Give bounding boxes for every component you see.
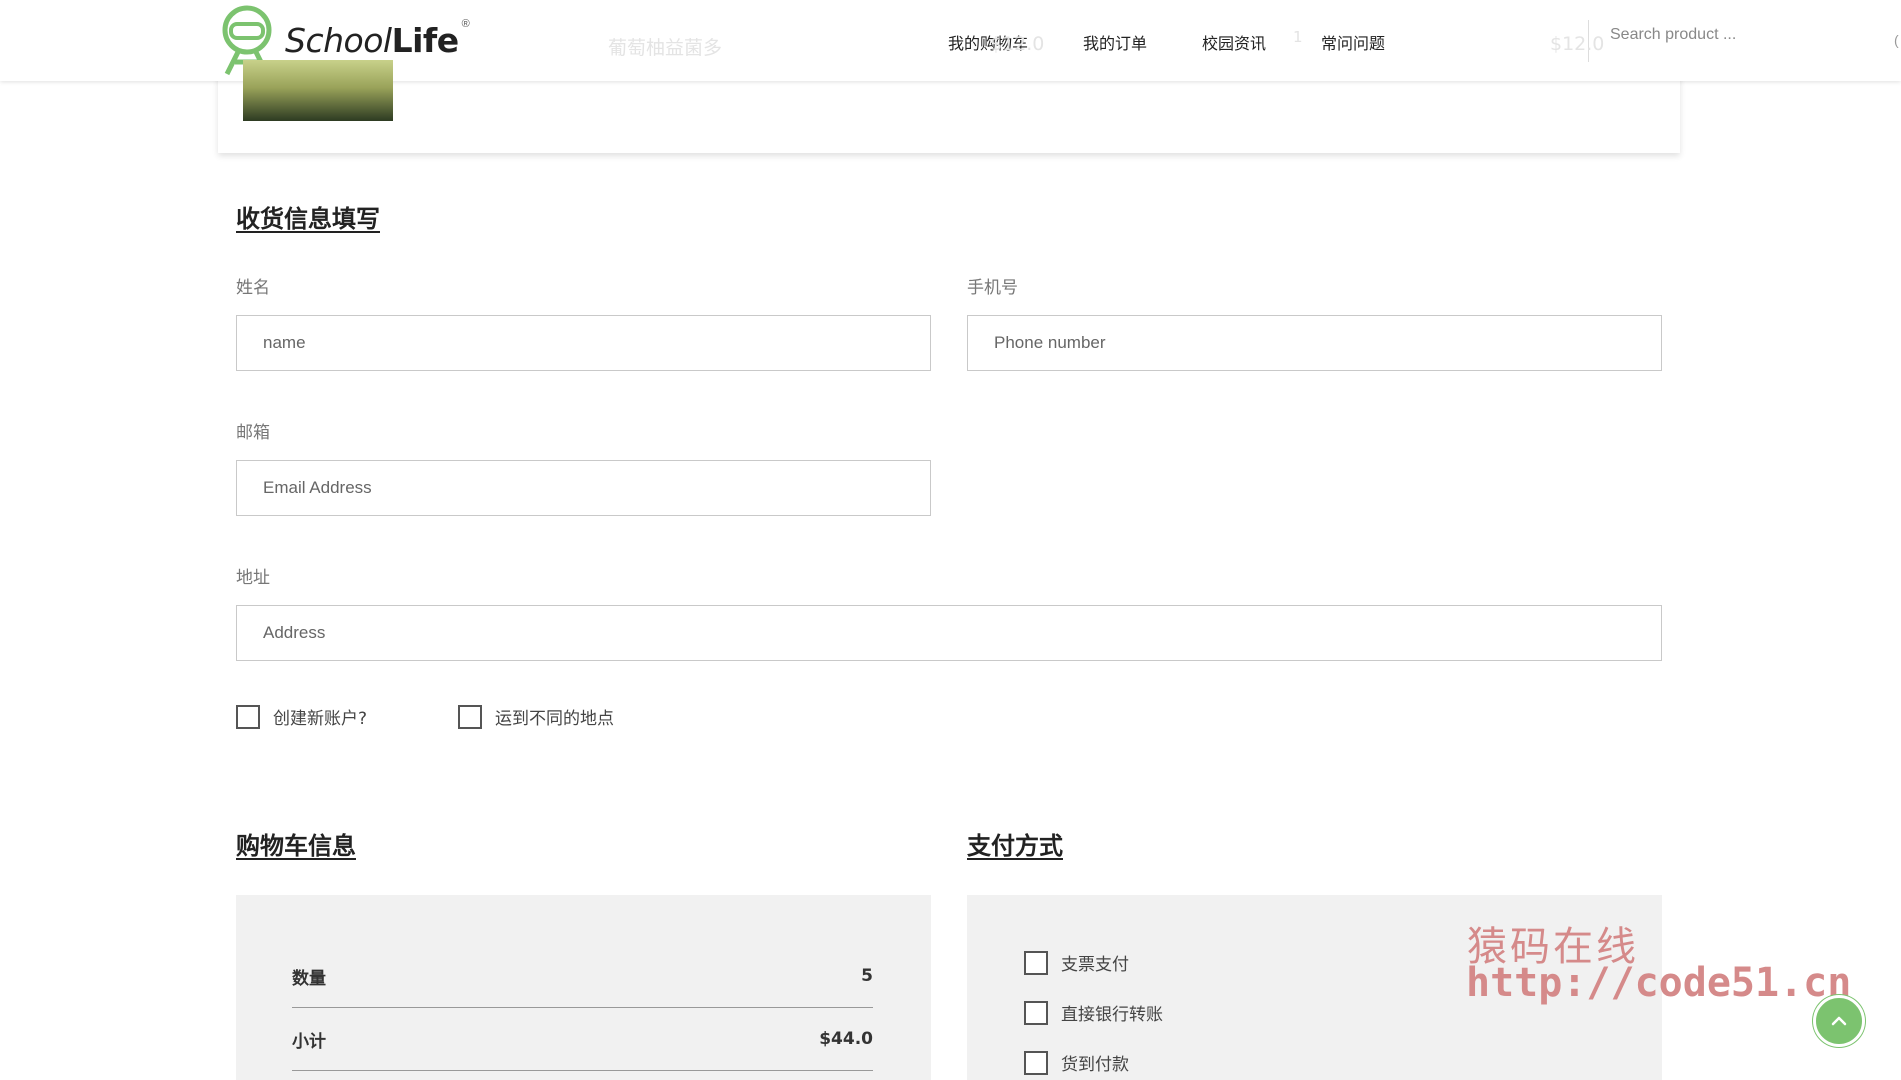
ship-different-option[interactable]: 运到不同的地点 xyxy=(458,704,614,729)
cart-item-total-ghost: $12.0 xyxy=(1550,33,1605,55)
cart-item-price-ghost: $12.0 xyxy=(990,33,1045,55)
name-field[interactable] xyxy=(236,315,931,371)
payment-label: 直接银行转账 xyxy=(1061,1005,1163,1025)
nav-item-orders[interactable]: 我的订单 xyxy=(1083,30,1147,54)
payment-option-cod[interactable]: 货到付款 xyxy=(1024,1050,1129,1075)
edge-icon: ( xyxy=(1894,32,1899,48)
create-account-label: 创建新账户? xyxy=(273,709,368,729)
nav-item-campus-news[interactable]: 校园资讯 xyxy=(1202,30,1266,54)
payment-checkbox[interactable] xyxy=(1024,1000,1048,1025)
cart-info-title: 购物车信息 xyxy=(236,832,356,860)
payment-option-cheque[interactable]: 支票支付 xyxy=(1024,950,1129,975)
address-field[interactable] xyxy=(236,605,1662,661)
email-field[interactable] xyxy=(236,460,931,516)
ship-different-label: 运到不同的地点 xyxy=(495,709,614,729)
watermark-url: http://code51.cn xyxy=(1466,960,1852,1006)
payment-label: 货到付款 xyxy=(1061,1055,1129,1075)
registered-mark: ® xyxy=(461,18,470,30)
summary-value: $44.0 xyxy=(819,1029,873,1049)
logo-wordmark: SchoolLife xyxy=(285,20,459,60)
shipping-section-title: 收货信息填写 xyxy=(236,205,380,233)
name-label: 姓名 xyxy=(236,278,270,298)
cart-summary-panel: 数量 5 小计 $44.0 xyxy=(236,895,931,1080)
create-account-checkbox[interactable] xyxy=(236,704,260,729)
summary-label: 小计 xyxy=(292,1031,326,1052)
summary-row-quantity: 数量 5 xyxy=(292,945,873,1008)
payment-checkbox[interactable] xyxy=(1024,950,1048,975)
phone-field[interactable] xyxy=(967,315,1662,371)
back-to-top-button[interactable] xyxy=(1813,995,1865,1047)
search-input[interactable] xyxy=(1610,26,1760,44)
summary-value: 5 xyxy=(861,966,873,986)
email-label: 邮箱 xyxy=(236,423,270,443)
cart-item-name-ghost: 葡萄柚益菌多 xyxy=(608,37,723,59)
payment-option-bank-transfer[interactable]: 直接银行转账 xyxy=(1024,1000,1163,1025)
address-label: 地址 xyxy=(236,568,270,588)
cart-item-qty-ghost: 1 xyxy=(1293,28,1303,46)
payment-label: 支票支付 xyxy=(1061,955,1129,975)
summary-row-subtotal: 小计 $44.0 xyxy=(292,1008,873,1071)
chevron-up-icon xyxy=(1831,1016,1847,1026)
create-account-option[interactable]: 创建新账户? xyxy=(236,704,367,729)
payment-checkbox[interactable] xyxy=(1024,1050,1048,1075)
phone-label: 手机号 xyxy=(967,278,1018,298)
product-thumbnail xyxy=(243,60,393,121)
nav-item-faq[interactable]: 常问问题 xyxy=(1321,30,1385,54)
payment-title: 支付方式 xyxy=(967,832,1063,860)
summary-label: 数量 xyxy=(292,968,326,989)
ship-different-checkbox[interactable] xyxy=(458,704,482,729)
